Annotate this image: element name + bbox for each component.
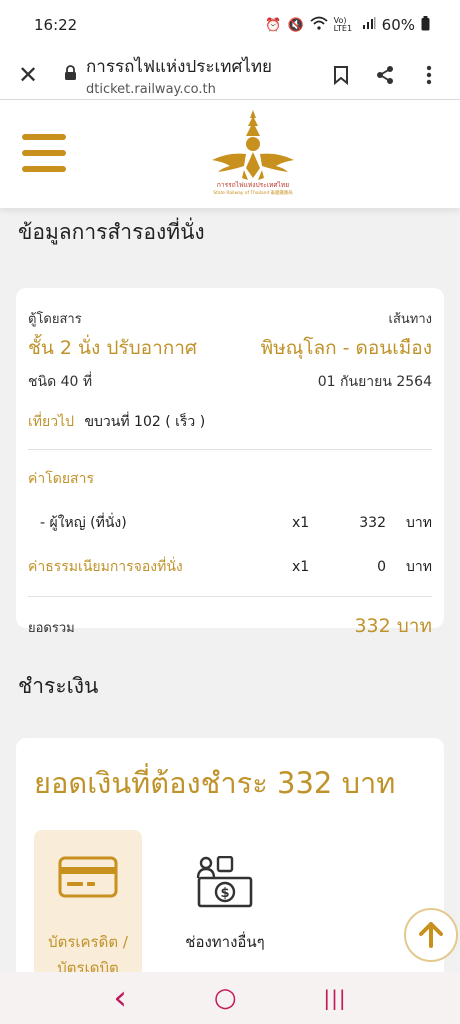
site-header: การรถไฟแห่งประเทศไทย State Railway of Th…	[0, 100, 460, 208]
divider	[28, 596, 432, 597]
alarm-icon: ⏰	[265, 17, 282, 33]
payment-section-title: ชำระเงิน	[18, 674, 99, 698]
fare-name: - ผู้ใหญ่ (ที่นั่ง)	[40, 515, 127, 531]
credit-card-option[interactable]: บัตรเครดิต / บัตรเดบิต	[34, 830, 142, 990]
logo-subtext: State Railway of Thailand 泰國鐵路局	[213, 189, 292, 196]
signal-icon	[362, 16, 376, 34]
status-time: 16:22	[34, 16, 78, 34]
network-label: Vo) LTE1	[333, 16, 353, 33]
total-label: ยอดรวม	[28, 621, 75, 636]
close-tab-icon[interactable]: ✕	[14, 61, 42, 89]
scroll-to-top-button[interactable]	[404, 908, 458, 962]
booking-card: ตู้โดยสาร เส้นทาง ชั้น 2 นั่ง ปรับอากาศ …	[16, 288, 444, 637]
logo-text: การรถไฟแห่งประเทศไทย	[217, 181, 289, 189]
arrow-up-icon	[419, 922, 443, 948]
total-amount: 332 บาท	[354, 615, 432, 637]
fare-name: ค่าธรรมเนียมการจองที่นั่ง	[28, 559, 183, 575]
svg-text:$: $	[220, 886, 229, 901]
class-name: ชั้น 2 นั่ง ปรับอากาศ	[28, 337, 197, 359]
fare-qty: x1	[292, 559, 310, 575]
amount-due: ยอดเงินที่ต้องชำระ 332 บาท	[34, 766, 396, 800]
lock-icon	[64, 64, 78, 85]
battery-icon	[421, 15, 430, 35]
mute-icon: 🔇	[287, 17, 304, 33]
fare-unit: บาท	[406, 559, 432, 575]
back-icon[interactable]: ‹	[113, 978, 127, 1018]
more-menu-icon[interactable]	[412, 58, 446, 92]
other-payment-label: ช่องทางอื่นๆ	[171, 930, 279, 956]
fare-qty: x1	[292, 515, 310, 531]
credit-card-label-line1: บัตรเครดิต /	[48, 933, 128, 951]
route-label: เส้นทาง	[388, 312, 432, 327]
car-label: ตู้โดยสาร	[28, 312, 82, 327]
url-domain: dticket.railway.co.th	[86, 81, 216, 97]
wifi-icon	[310, 16, 328, 34]
hamburger-menu-icon[interactable]	[22, 134, 66, 172]
other-payment-option[interactable]: $ ช่องทางอื่นๆ	[171, 830, 279, 990]
address-bar[interactable]: การรถไฟแห่งประเทศไทย dticket.railway.co.…	[86, 53, 314, 97]
credit-card-icon	[34, 856, 142, 900]
share-icon[interactable]	[368, 58, 402, 92]
srt-logo[interactable]: การรถไฟแห่งประเทศไทย State Railway of Th…	[208, 108, 298, 196]
system-nav-bar: ‹ ○ |||	[0, 972, 460, 1024]
page-title: การรถไฟแห่งประเทศไทย	[86, 56, 273, 77]
browser-toolbar: ✕ การรถไฟแห่งประเทศไทย dticket.railway.c…	[0, 50, 460, 100]
battery-level: 60%	[381, 16, 415, 34]
fare-row: ค่าธรรมเนียมการจองที่นั่ง x1 0 บาท	[28, 556, 432, 578]
travel-date: 01 กันยายน 2564	[317, 374, 432, 390]
bookmark-icon[interactable]	[324, 58, 358, 92]
train-number: ขบวนที่ 102 ( เร็ว )	[84, 414, 206, 430]
fare-amount: 332	[359, 515, 386, 531]
cash-payment-icon: $	[171, 856, 279, 908]
fare-unit: บาท	[406, 515, 432, 531]
train-type: ชนิด 40 ที่	[28, 374, 93, 390]
fare-amount: 0	[377, 559, 386, 575]
status-icons: ⏰ 🔇 Vo) LTE1 60%	[265, 15, 430, 35]
fare-row: - ผู้ใหญ่ (ที่นั่ง) x1 332 บาท	[28, 512, 432, 534]
srt-garuda-logo-icon: การรถไฟแห่งประเทศไทย State Railway of Th…	[212, 110, 294, 196]
route-value: พิษณุโลก - ดอนเมือง	[260, 337, 432, 359]
booking-section-title: ข้อมูลการสำรองที่นั่ง	[18, 220, 205, 244]
home-icon[interactable]: ○	[214, 983, 237, 1013]
trip-label: เที่ยวไป	[28, 414, 75, 430]
divider	[28, 449, 432, 450]
other-payment-label-line1: ช่องทางอื่นๆ	[185, 933, 265, 951]
fare-label: ค่าโดยสาร	[28, 471, 94, 487]
status-bar: 16:22 ⏰ 🔇 Vo) LTE1 60%	[0, 0, 460, 50]
recents-icon[interactable]: |||	[323, 986, 346, 1010]
